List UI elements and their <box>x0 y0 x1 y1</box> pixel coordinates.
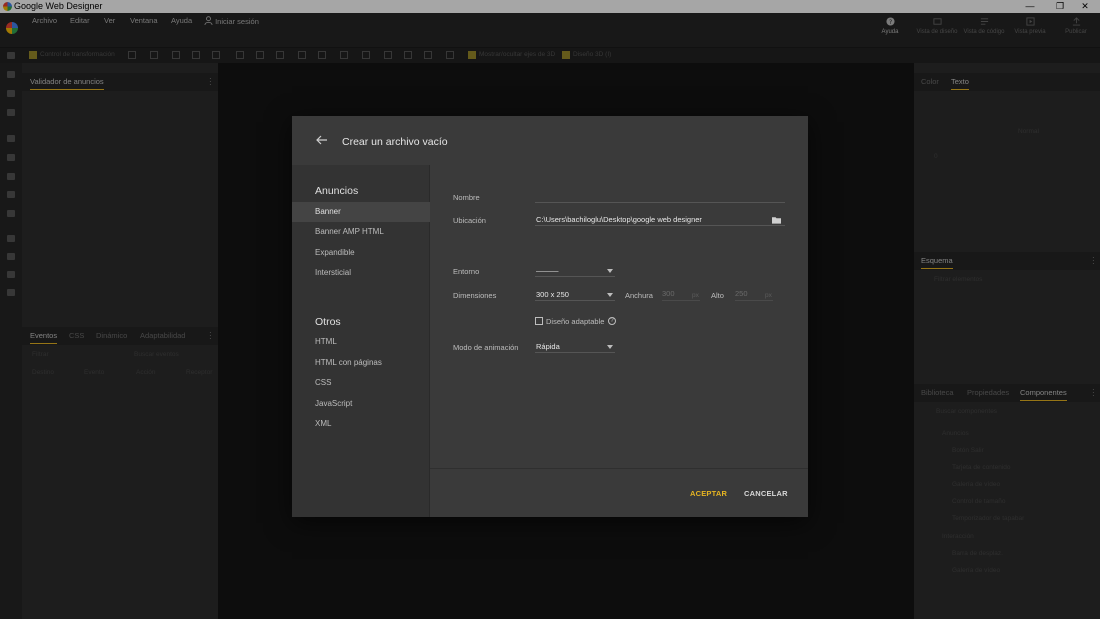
dimensions-label: Dimensiones <box>453 291 497 300</box>
dialog-footer: ACEPTAR CANCELAR <box>430 468 808 517</box>
width-label: Anchura <box>625 291 653 300</box>
environment-select[interactable]: ——— <box>535 265 615 277</box>
cancel-button[interactable]: CANCELAR <box>744 489 788 498</box>
chevron-down-icon <box>607 269 613 273</box>
folder-icon[interactable] <box>772 216 781 224</box>
dimensions-value: 300 x 250 <box>536 290 569 299</box>
height-label: Alto <box>711 291 724 300</box>
type-banner[interactable]: Banner <box>292 202 430 222</box>
type-expandable[interactable]: Expandible <box>292 243 430 263</box>
file-type-sidebar: Anuncios Banner Banner AMP HTML Expandib… <box>292 165 430 517</box>
category-ads-title: Anuncios <box>315 185 359 197</box>
location-value: C:\Users\bachiloglu\Desktop\google web d… <box>536 215 702 224</box>
location-label: Ubicación <box>453 216 486 225</box>
type-html-pages[interactable]: HTML con páginas <box>292 353 430 373</box>
chevron-down-icon <box>607 345 613 349</box>
type-interstitial[interactable]: Intersticial <box>292 263 430 283</box>
accept-button[interactable]: ACEPTAR <box>690 489 727 498</box>
environment-label: Entorno <box>453 267 480 276</box>
back-arrow-icon[interactable] <box>316 134 328 146</box>
responsive-label: Diseño adaptable <box>546 317 605 326</box>
file-settings-form: Nombre Ubicación C:\Users\bachiloglu\Des… <box>430 165 808 468</box>
type-xml[interactable]: XML <box>292 414 430 434</box>
location-input[interactable]: C:\Users\bachiloglu\Desktop\google web d… <box>535 214 785 226</box>
type-css[interactable]: CSS <box>292 373 430 393</box>
responsive-checkbox[interactable] <box>535 317 543 325</box>
new-file-dialog: Crear un archivo vacío Anuncios Banner B… <box>292 116 808 517</box>
category-other-title: Otros <box>315 316 341 328</box>
type-html[interactable]: HTML <box>292 332 430 352</box>
width-unit: px <box>692 292 699 299</box>
type-javascript[interactable]: JavaScript <box>292 394 430 414</box>
dialog-title: Crear un archivo vacío <box>342 136 448 148</box>
type-banner-amp[interactable]: Banner AMP HTML <box>292 222 430 242</box>
dialog-header: Crear un archivo vacío <box>292 116 808 165</box>
name-label: Nombre <box>453 193 480 202</box>
animation-value: Rápida <box>536 342 560 351</box>
animation-select[interactable]: Rápida <box>535 341 615 353</box>
height-unit: px <box>765 292 772 299</box>
name-input[interactable] <box>535 191 785 203</box>
animation-label: Modo de animación <box>453 343 519 352</box>
environment-value: ——— <box>536 266 559 275</box>
dimensions-select[interactable]: 300 x 250 <box>535 289 615 301</box>
help-icon[interactable]: ? <box>608 317 616 325</box>
chevron-down-icon <box>607 293 613 297</box>
